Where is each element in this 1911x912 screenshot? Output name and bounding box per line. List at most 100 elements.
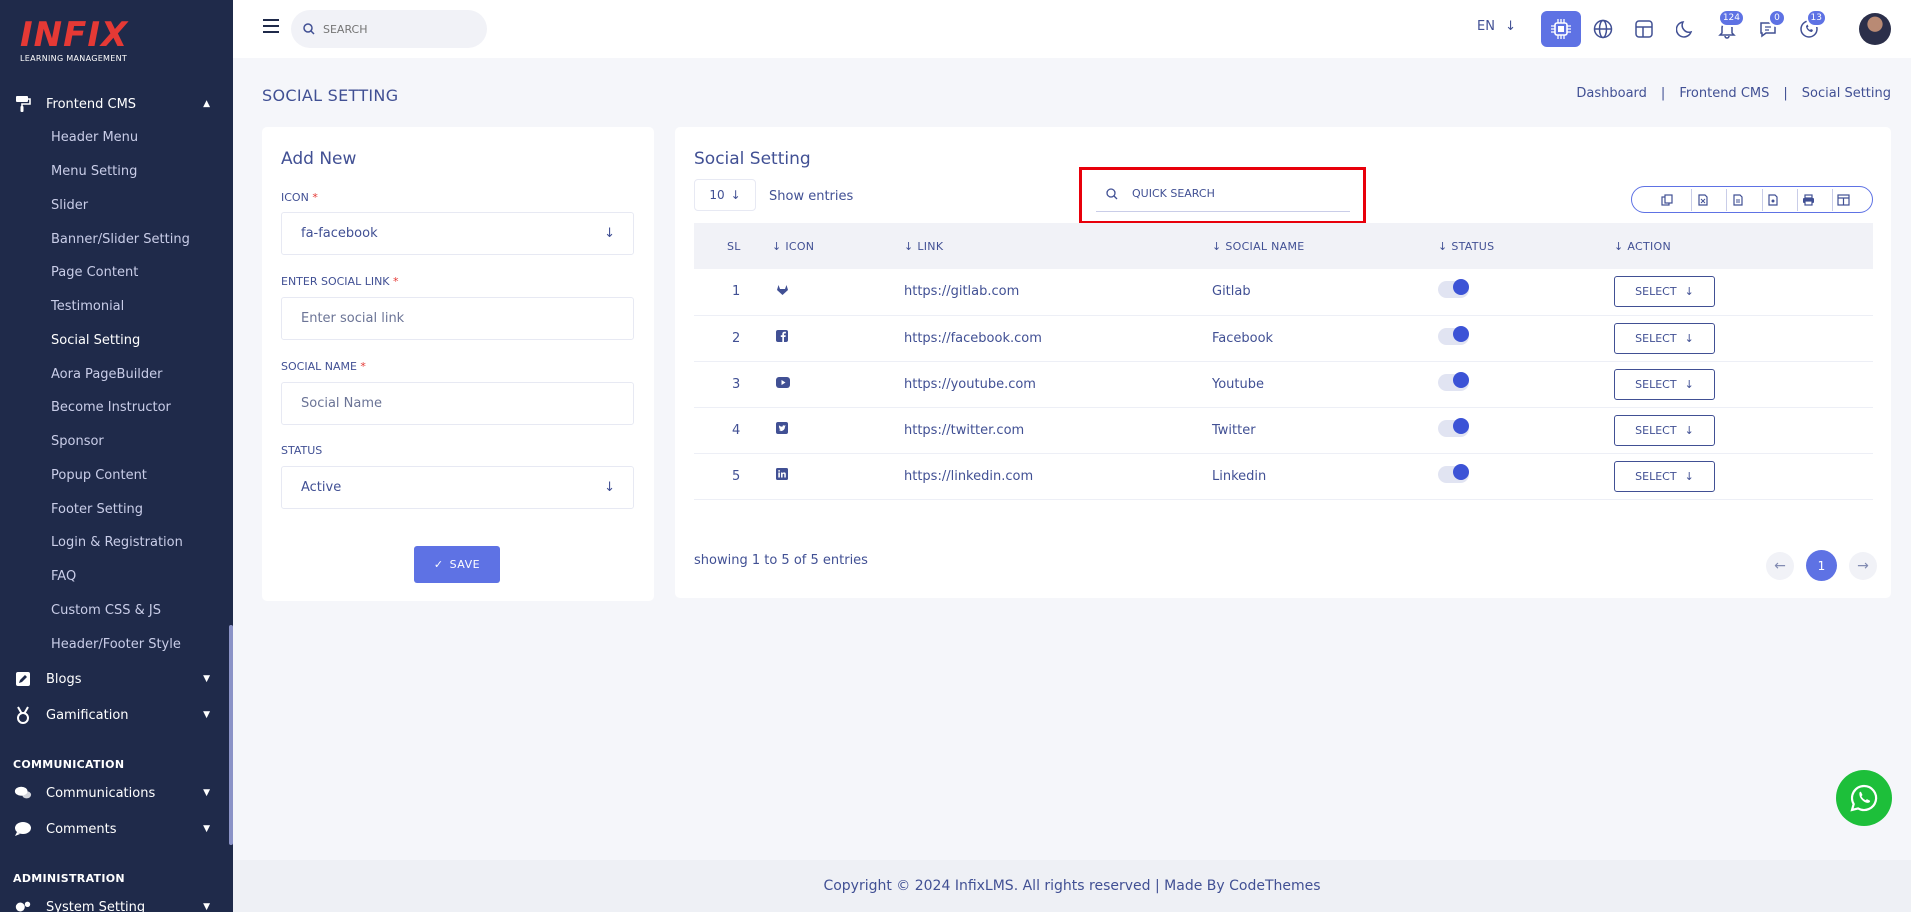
- status-toggle[interactable]: [1438, 453, 1614, 500]
- sidebar-item-footer-setting[interactable]: Footer Setting: [51, 502, 143, 517]
- chevron-down-icon: ▼: [203, 824, 210, 834]
- row-sl: 3: [694, 361, 772, 408]
- status-toggle[interactable]: [1438, 269, 1614, 316]
- brand-logo[interactable]: INFIX LEARNING MANAGEMENT: [20, 18, 170, 70]
- sidebar-item-header-menu[interactable]: Header Menu: [51, 130, 138, 145]
- sidebar-group-gamification[interactable]: Gamification ▼: [0, 701, 230, 729]
- sidebar-item-aora-pagebuilder[interactable]: Aora PageBuilder: [51, 367, 163, 382]
- website-button[interactable]: [1583, 11, 1623, 47]
- column-header-sl[interactable]: SL: [694, 223, 772, 269]
- icon-label: ICON *: [281, 191, 318, 204]
- sidebar-item-social-setting[interactable]: Social Setting: [51, 333, 140, 348]
- sidebar-group-communications[interactable]: Communications ▼: [0, 779, 230, 807]
- select-action-button[interactable]: SELECT ↓: [1614, 460, 1715, 492]
- breadcrumb-frontend-cms[interactable]: Frontend CMS: [1679, 86, 1769, 101]
- sidebar-item-testimonial[interactable]: Testimonial: [51, 299, 124, 314]
- chat-bubbles-icon: [14, 784, 32, 802]
- section-title-communication: COMMUNICATION: [13, 758, 125, 771]
- list-title: Social Setting: [694, 149, 811, 169]
- user-avatar[interactable]: [1859, 13, 1891, 45]
- sidebar-item-faq[interactable]: FAQ: [51, 569, 76, 584]
- sidebar-group-system-setting[interactable]: System Setting ▼: [0, 893, 230, 912]
- column-header-icon[interactable]: ↓ ICON: [772, 223, 904, 269]
- notifications-button[interactable]: 124: [1707, 9, 1747, 47]
- header-search-input[interactable]: [323, 22, 473, 36]
- copy-icon[interactable]: [1656, 189, 1678, 211]
- quick-search-input[interactable]: QUICK SEARCH: [1096, 176, 1350, 212]
- language-selector[interactable]: EN ↓: [1477, 19, 1516, 34]
- row-social-name: Gitlab: [1212, 269, 1438, 316]
- sidebar-item-login-registration[interactable]: Login & Registration: [51, 535, 183, 550]
- sidebar-item-menu-setting[interactable]: Menu Setting: [51, 164, 137, 179]
- calls-button[interactable]: 13: [1789, 9, 1829, 47]
- column-header-social-name[interactable]: ↓ SOCIAL NAME: [1212, 223, 1438, 269]
- whatsapp-chat-button[interactable]: [1836, 770, 1892, 826]
- row-link: https://linkedin.com: [904, 453, 1212, 500]
- column-header-action[interactable]: ↓ ACTION: [1614, 223, 1873, 269]
- breadcrumb-separator: |: [1660, 86, 1666, 101]
- select-action-button[interactable]: SELECT ↓: [1614, 276, 1715, 308]
- social-link-input[interactable]: Enter social link: [281, 297, 634, 340]
- arrow-down-icon: ↓: [1684, 285, 1694, 299]
- sidebar-group-label: Frontend CMS: [46, 96, 137, 112]
- social-name-input[interactable]: Social Name: [281, 382, 634, 425]
- layout-button[interactable]: [1624, 11, 1664, 47]
- table-row: 5 https://linkedin.com Linkedin SELECT ↓: [694, 453, 1873, 500]
- breadcrumb-separator: |: [1783, 86, 1788, 101]
- page-number-button[interactable]: 1: [1806, 550, 1837, 581]
- footer: Copyright © 2024 InfixLMS. All rights re…: [233, 860, 1911, 912]
- next-page-icon[interactable]: →: [1849, 551, 1877, 580]
- row-sl: 5: [694, 453, 772, 500]
- csv-icon[interactable]: [1726, 188, 1748, 211]
- row-social-name: Twitter: [1212, 407, 1438, 454]
- previous-page-icon[interactable]: ←: [1766, 551, 1794, 580]
- save-button[interactable]: ✓ SAVE: [414, 546, 500, 583]
- sidebar-group-comments[interactable]: Comments ▼: [0, 815, 230, 843]
- icon-select[interactable]: fa-facebook ↓: [281, 212, 634, 255]
- pdf-icon[interactable]: [1761, 188, 1784, 211]
- header-search[interactable]: [291, 10, 487, 48]
- status-select[interactable]: Active ↓: [281, 466, 634, 509]
- medal-icon: [14, 706, 32, 724]
- sidebar-group-label: Communications: [46, 785, 156, 801]
- status-toggle[interactable]: [1438, 361, 1614, 408]
- breadcrumb-dashboard[interactable]: Dashboard: [1576, 86, 1647, 101]
- chevron-down-icon: ▼: [203, 788, 210, 798]
- sidebar-group-frontend-cms[interactable]: Frontend CMS ▲: [0, 90, 230, 118]
- sidebar-group-blogs[interactable]: Blogs ▼: [0, 665, 230, 693]
- youtube-icon: [772, 361, 904, 408]
- sidebar-item-header-footer-style[interactable]: Header/Footer Style: [51, 637, 181, 652]
- columns-icon[interactable]: [1831, 188, 1854, 211]
- select-action-button[interactable]: SELECT ↓: [1614, 368, 1715, 400]
- select-action-button[interactable]: SELECT ↓: [1614, 322, 1715, 354]
- sidebar-item-page-content[interactable]: Page Content: [51, 265, 138, 280]
- edit-icon: [14, 670, 32, 688]
- check-icon: ✓: [433, 558, 444, 571]
- status-toggle[interactable]: [1438, 407, 1614, 454]
- print-icon[interactable]: [1796, 188, 1819, 211]
- table-row: 4 https://twitter.com Twitter SELECT ↓: [694, 407, 1873, 454]
- sidebar-item-popup-content[interactable]: Popup Content: [51, 468, 147, 483]
- gitlab-icon: [772, 269, 904, 316]
- sidebar-item-slider[interactable]: Slider: [51, 198, 88, 213]
- sidebar-item-become-instructor[interactable]: Become Instructor: [51, 400, 171, 415]
- cpu-settings-button[interactable]: [1541, 11, 1581, 47]
- entries-per-page-select[interactable]: 10 ↓: [694, 179, 756, 211]
- comment-icon: [14, 820, 32, 838]
- sidebar-scrollbar[interactable]: [229, 625, 233, 845]
- entries-value: 10: [709, 188, 725, 202]
- sidebar-item-sponsor[interactable]: Sponsor: [51, 434, 104, 449]
- status-toggle[interactable]: [1438, 315, 1614, 362]
- select-action-button[interactable]: SELECT ↓: [1614, 414, 1715, 446]
- brand-name: INFIX: [20, 15, 129, 55]
- dark-mode-toggle[interactable]: [1666, 11, 1706, 47]
- sidebar-item-banner-slider-setting[interactable]: Banner/Slider Setting: [51, 232, 190, 247]
- column-header-status[interactable]: ↓ STATUS: [1438, 223, 1614, 269]
- column-header-link[interactable]: ↓ LINK: [904, 223, 1212, 269]
- hamburger-menu-icon[interactable]: [263, 19, 279, 33]
- show-entries-label: Show entries: [769, 189, 854, 204]
- messages-button[interactable]: 0: [1748, 9, 1788, 47]
- sidebar-item-custom-css-js[interactable]: Custom CSS & JS: [51, 603, 161, 618]
- excel-icon[interactable]: [1691, 188, 1713, 211]
- linkedin-icon: [772, 453, 904, 500]
